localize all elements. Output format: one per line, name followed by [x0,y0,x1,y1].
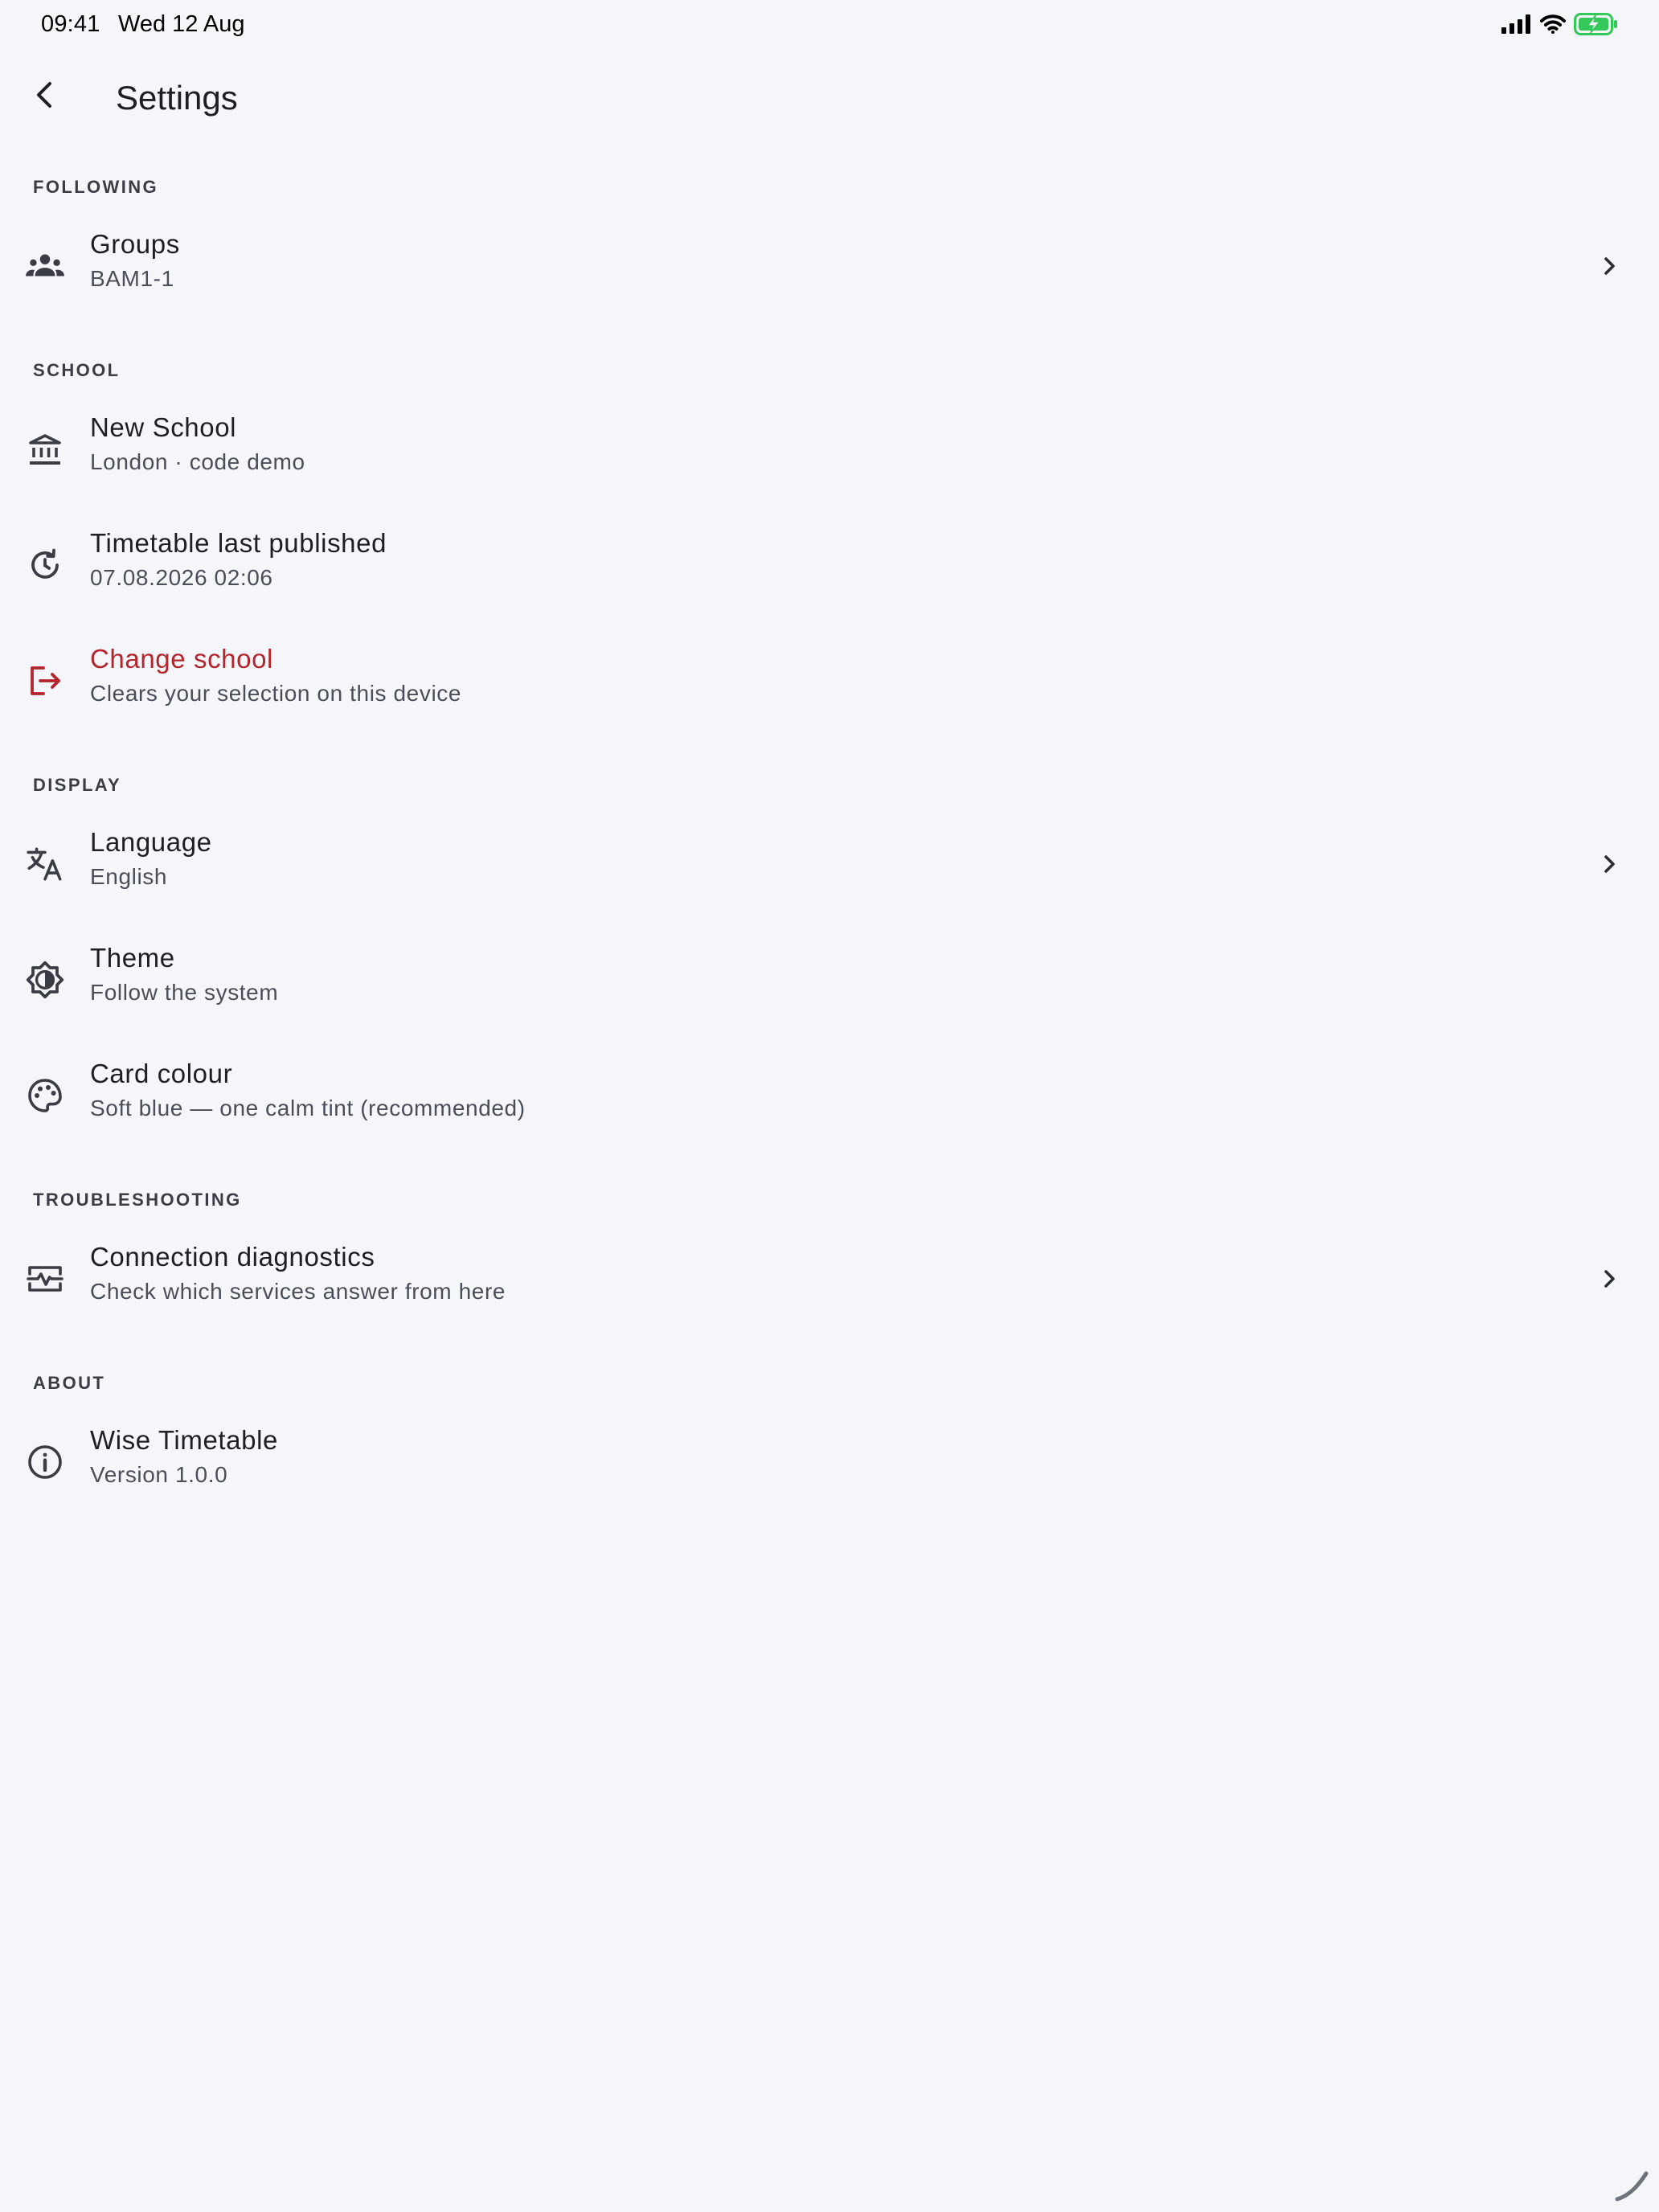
signal-icon [1501,14,1532,38]
brightness-icon [24,959,66,1001]
row-title: Connection diagnostics [90,1242,375,1272]
settings-row-groups[interactable]: Groups BAM1-1 [0,215,1659,317]
status-time: 09:41 [41,11,100,37]
section-header-display: DISPLAY [33,775,122,795]
app-bar: Settings [0,51,1659,141]
row-subtitle: 07.08.2026 02:06 [90,565,273,590]
info-icon [24,1441,66,1483]
section-header-troubleshooting: TROUBLESHOOTING [33,1190,242,1210]
row-subtitle: Version 1.0.0 [90,1462,228,1487]
school-building-icon [24,428,66,470]
settings-row-change-school[interactable]: Change school Clears your selection on t… [0,629,1659,732]
chevron-right-icon [1593,848,1625,880]
chevron-left-icon [29,79,61,115]
settings-row-card-colour[interactable]: Card colour Soft blue — one calm tint (r… [0,1044,1659,1147]
settings-row-about-app[interactable]: Wise Timetable Version 1.0.0 [0,1411,1659,1514]
row-subtitle: BAM1-1 [90,266,174,291]
settings-row-timetable-published[interactable]: Timetable last published 07.08.2026 02:0… [0,514,1659,616]
section-header-about: ABOUT [33,1373,106,1393]
status-bar: 09:41 Wed 12 Aug [0,0,1659,51]
status-date: Wed 12 Aug [118,11,245,37]
page-title: Settings [116,79,238,117]
row-title: Theme [90,943,175,973]
row-subtitle: Follow the system [90,980,279,1005]
settings-row-theme[interactable]: Theme Follow the system [0,928,1659,1031]
history-icon [24,544,66,586]
translate-icon [24,843,66,885]
chevron-right-icon [1593,250,1625,282]
section-header-school: SCHOOL [33,360,121,380]
settings-row-school[interactable]: New School London · code demo [0,398,1659,501]
row-subtitle: London · code demo [90,449,305,474]
monitor-heart-icon [24,1258,66,1300]
status-icons [1501,12,1619,39]
row-title: Change school [90,644,273,674]
groups-icon [24,245,66,287]
battery-charging-icon [1574,12,1619,39]
settings-row-language[interactable]: Language English [0,813,1659,916]
row-subtitle: Check which services answer from here [90,1279,506,1304]
wifi-icon [1540,14,1566,38]
home-indicator[interactable] [1611,2165,1651,2206]
section-header-following: FOLLOWING [33,177,159,197]
palette-icon [24,1075,66,1116]
row-title: Timetable last published [90,528,387,558]
settings-row-connection-diagnostics[interactable]: Connection diagnostics Check which servi… [0,1227,1659,1330]
row-subtitle: Soft blue — one calm tint (recommended) [90,1096,526,1120]
row-title: Language [90,827,212,857]
row-subtitle: Clears your selection on this device [90,681,462,706]
row-subtitle: English [90,864,168,889]
row-title: Card colour [90,1059,233,1088]
row-title: Groups [90,229,180,259]
row-title: Wise Timetable [90,1425,278,1455]
chevron-right-icon [1593,1263,1625,1295]
row-title: New School [90,412,237,442]
logout-icon [24,660,66,702]
back-button[interactable] [14,66,76,127]
